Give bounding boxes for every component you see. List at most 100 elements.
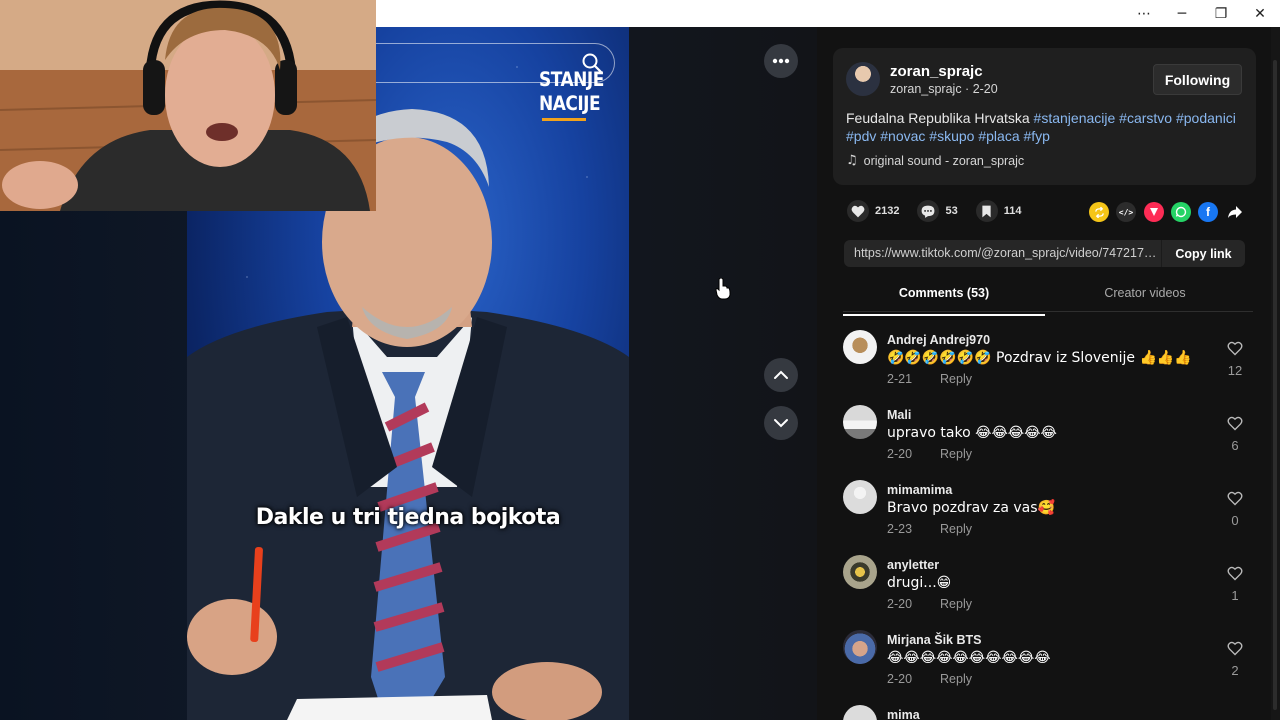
comment-date: 2-23 — [887, 522, 913, 536]
save-action[interactable]: 114 — [975, 200, 1022, 222]
description-text: Feudalna Republika Hrvatska — [846, 110, 1034, 126]
comment-like-count: 2 — [1231, 663, 1239, 678]
share-link-url[interactable]: https://www.tiktok.com/@zoran_sprajc/vid… — [854, 246, 1159, 260]
comment-like-icon[interactable] — [1225, 491, 1245, 511]
chevron-up-icon — [774, 370, 788, 379]
music-note-icon: ♫ — [846, 153, 858, 168]
panel-tabs: Comments (53) Creator videos — [843, 282, 1253, 316]
hashtag[interactable]: #fyp — [1024, 128, 1050, 144]
like-count: 2132 — [875, 205, 900, 217]
tab-comments[interactable]: Comments (53) — [843, 286, 1045, 316]
comment-date: 2-20 — [887, 447, 913, 461]
embed-code-icon[interactable]: </> — [1116, 202, 1136, 222]
post-date: 2-20 — [972, 82, 998, 96]
hashtag[interactable]: #skupo — [929, 128, 974, 144]
share-arrow-icon[interactable] — [1225, 202, 1245, 222]
restore-button[interactable]: ❐ — [1201, 0, 1241, 27]
details-panel: zoran_sprajc zoran_sprajc · 2-20 Followi… — [817, 27, 1280, 720]
more-options-icon[interactable]: ⋯ — [1124, 0, 1164, 27]
minimize-button[interactable]: ─ — [1162, 0, 1202, 27]
commenter-avatar[interactable] — [843, 480, 877, 514]
chevron-down-icon — [774, 419, 788, 428]
commenter-name[interactable]: anyletter — [887, 558, 939, 572]
commenter-name[interactable]: mimamima — [887, 483, 952, 497]
comment-like-icon[interactable] — [1225, 416, 1245, 436]
window-titlebar: ⋯ ─ ❐ ✕ — [376, 0, 1280, 27]
heart-icon — [847, 200, 869, 222]
commenter-avatar[interactable] — [843, 630, 877, 664]
commenter-avatar[interactable] — [843, 330, 877, 364]
repost-icon[interactable] — [1089, 202, 1109, 222]
hashtag[interactable]: #placa — [978, 128, 1019, 144]
comment-like-count: 1 — [1231, 588, 1239, 603]
ellipsis-icon — [772, 58, 790, 64]
comment-like-icon[interactable] — [1225, 341, 1245, 361]
comment-like-count: 0 — [1231, 513, 1239, 528]
more-options-button[interactable] — [764, 44, 798, 78]
facebook-icon[interactable]: f — [1198, 202, 1218, 222]
comment-meta: 2-23 Reply — [887, 522, 972, 536]
bookmark-icon — [975, 200, 998, 222]
comment-like-icon[interactable] — [1225, 641, 1245, 661]
meta-separator: · — [961, 82, 973, 96]
following-button[interactable]: Following — [1153, 64, 1242, 95]
hashtag[interactable]: #pdv — [846, 128, 876, 144]
hashtag[interactable]: #podanici — [1176, 110, 1236, 126]
mouse-pointer-icon — [715, 278, 731, 300]
comment-action[interactable]: 53 — [917, 200, 958, 222]
share-link-box: https://www.tiktok.com/@zoran_sprajc/vid… — [844, 240, 1245, 267]
save-count: 114 — [1003, 205, 1022, 217]
next-video-button[interactable] — [764, 406, 798, 440]
author-handle: zoran_sprajc — [890, 82, 962, 96]
commenter-avatar[interactable] — [843, 705, 877, 720]
comment-text: upravo tako 😂😂😂😂😂 — [887, 425, 1057, 441]
comment-date: 2-21 — [887, 372, 913, 386]
commenter-name[interactable]: Andrej Andrej970 — [887, 333, 990, 347]
author-avatar[interactable] — [846, 62, 880, 96]
streamer-webcam — [0, 0, 376, 211]
commenter-name[interactable]: Mali — [887, 408, 911, 422]
comment-text: 🤣🤣🤣🤣🤣🤣 Pozdrav iz Slovenije 👍👍👍 — [887, 350, 1192, 366]
comment-item: anyletter drugi...😁 2-20 Reply 1 — [843, 555, 1253, 625]
comment-item: mimamima Bravo pozdrav za vas🥰 2-23 Reply… — [843, 480, 1253, 550]
reply-button[interactable]: Reply — [940, 522, 972, 536]
author-name[interactable]: zoran_sprajc — [890, 63, 983, 80]
like-action[interactable]: 2132 — [847, 200, 899, 222]
commenter-avatar[interactable] — [843, 405, 877, 439]
hashtag[interactable]: #carstvo — [1119, 110, 1172, 126]
whatsapp-icon[interactable] — [1171, 202, 1191, 222]
comment-like-icon[interactable] — [1225, 566, 1245, 586]
sound-link[interactable]: ♫ original sound - zoran_sprajc — [846, 153, 1024, 168]
copy-link-button[interactable]: Copy link — [1161, 240, 1245, 267]
send-to-friends-icon[interactable] — [1144, 202, 1164, 222]
comment-like-count: 12 — [1227, 363, 1243, 378]
tab-creator-videos[interactable]: Creator videos — [1045, 286, 1245, 300]
comment-meta: 2-21 Reply — [887, 372, 972, 386]
comment-meta: 2-20 Reply — [887, 447, 972, 461]
reply-button[interactable]: Reply — [940, 447, 972, 461]
video-subtitle: Dakle u tri tjedna bojkota — [255, 505, 561, 530]
commenter-avatar[interactable] — [843, 555, 877, 589]
hashtag[interactable]: #stanjenacije — [1034, 110, 1116, 126]
comment-date: 2-20 — [887, 672, 913, 686]
reply-button[interactable]: Reply — [940, 672, 972, 686]
close-button[interactable]: ✕ — [1240, 0, 1280, 27]
previous-video-button[interactable] — [764, 358, 798, 392]
comment-date: 2-20 — [887, 597, 913, 611]
video-description: Feudalna Republika Hrvatska #stanjenacij… — [846, 109, 1246, 145]
author-meta: zoran_sprajc · 2-20 — [890, 82, 998, 96]
webcam-overlay — [0, 0, 376, 211]
comment-text: Bravo pozdrav za vas🥰 — [887, 500, 1055, 516]
scrollbar-thumb[interactable] — [1273, 60, 1277, 710]
description-card: zoran_sprajc zoran_sprajc · 2-20 Followi… — [833, 48, 1256, 185]
comment-item: mima — [843, 705, 1253, 720]
reply-button[interactable]: Reply — [940, 372, 972, 386]
comment-text: drugi...😁 — [887, 575, 952, 591]
reply-button[interactable]: Reply — [940, 597, 972, 611]
comment-item: Andrej Andrej970 🤣🤣🤣🤣🤣🤣 Pozdrav iz Slove… — [843, 330, 1253, 400]
hashtag[interactable]: #novac — [880, 128, 925, 144]
commenter-name[interactable]: mima — [887, 708, 920, 720]
sound-name: original sound - zoran_sprajc — [863, 153, 1025, 168]
commenter-name[interactable]: Mirjana Šik BTS — [887, 633, 981, 647]
comment-item: Mirjana Šik BTS 😂😂😂😂😂😂😂😂😂😂 2-20 Reply 2 — [843, 630, 1253, 700]
